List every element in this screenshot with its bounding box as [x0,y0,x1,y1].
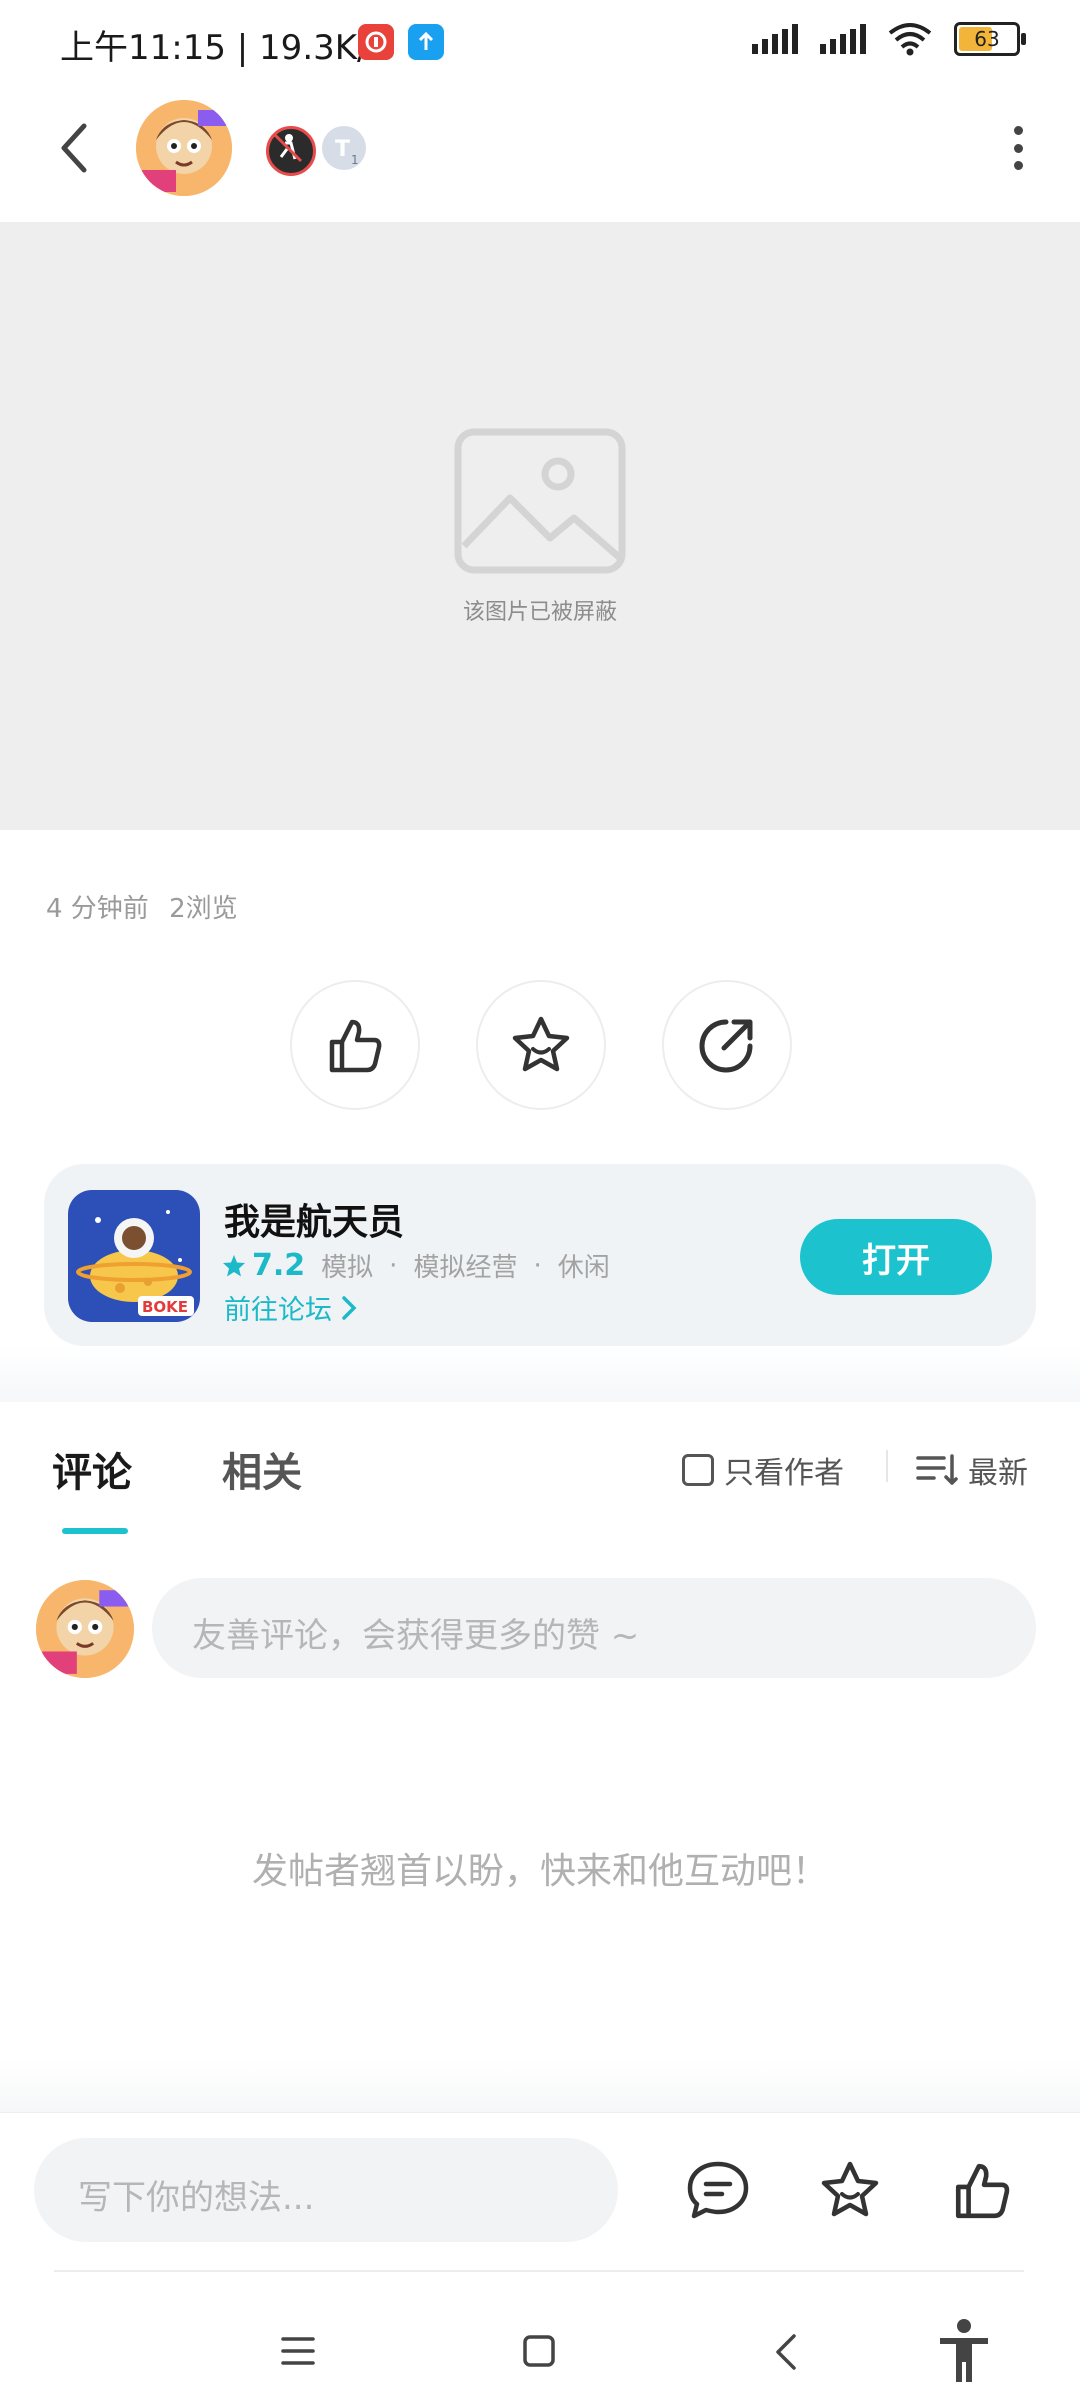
nav-back-icon[interactable] [772,2332,800,2372]
chevron-right-icon [342,1295,357,1320]
post-meta: 4 分钟前 2浏览 [46,888,238,925]
sort-icon [916,1454,958,1485]
battery-icon: 63 [954,22,1026,56]
post-views: 2浏览 [169,894,238,924]
user-avatar [36,1580,134,1678]
share-icon [699,1019,753,1073]
tag-separator: · [533,1250,542,1281]
signal-icon-2 [820,24,866,54]
rating-star-icon [223,1254,245,1276]
author-avatar[interactable] [136,100,232,196]
star-icon [512,1016,570,1072]
tab-comments[interactable]: 评论 [52,1440,132,1498]
game-meta: 7.2 模拟 · 模拟经营 · 休闲 [222,1247,610,1284]
game-icon[interactable]: BOKE [68,1190,200,1322]
status-time-speed: 上午11:15 | 19.3K/s [60,28,387,68]
active-tab-indicator [62,1528,128,1534]
game-tag: 休闲 [557,1253,610,1283]
comment-bubble-icon[interactable] [686,2160,750,2220]
share-button[interactable] [662,980,792,1110]
tab-related[interactable]: 相关 [222,1440,302,1498]
only-author-toggle[interactable]: 只看作者 [682,1448,844,1492]
app-notification-icon [358,24,394,60]
thumbs-up-icon [329,1019,382,1073]
bottom-fade [0,2060,1080,2112]
bottom-thumbs-up-icon[interactable] [950,2158,1014,2222]
open-game-button[interactable]: 打开 [800,1219,992,1295]
system-nav-bar [0,2280,1080,2400]
forum-link[interactable]: 前往论坛 [224,1288,358,1327]
game-icon-label: BOKE [142,1298,188,1316]
wifi-icon [888,23,932,56]
only-author-label: 只看作者 [724,1456,844,1491]
blocked-image-text: 该图片已被屏蔽 [462,600,617,625]
comment-placeholder: 友善评论，会获得更多的赞 ~ [192,1616,640,1656]
game-rating: 7.2 [222,1248,305,1283]
game-tag: 模拟 [321,1253,374,1283]
bottom-divider [54,2270,1024,2272]
section-fade [0,1346,1080,1402]
bottom-star-icon[interactable] [818,2158,882,2222]
favorite-button[interactable] [476,980,606,1110]
sort-label: 最新 [968,1456,1028,1491]
image-placeholder-icon [454,428,626,574]
filter-divider [886,1450,888,1482]
checkbox-icon[interactable] [682,1454,714,1486]
thoughts-placeholder: 写下你的想法... [78,2178,315,2218]
menu-icon[interactable] [280,2336,316,2366]
empty-comments-text: 发帖者翘首以盼，快来和他互动吧！ [251,1851,828,1892]
no-entry-badge-icon [266,126,316,176]
game-name[interactable]: 我是航天员 [224,1193,404,1245]
forum-link-label: 前往论坛 [224,1295,332,1326]
status-right-icons: 63 [752,22,1026,56]
accessibility-icon[interactable] [936,2318,992,2384]
svg-text:1: 1 [351,153,359,167]
back-arrow-icon[interactable] [50,118,100,178]
tag-separator: · [389,1250,398,1281]
battery-level: 63 [974,27,1000,51]
more-options-icon[interactable] [1008,126,1028,170]
level-badge-icon: T1 [322,126,366,170]
like-button[interactable] [290,980,420,1110]
home-icon[interactable] [522,2334,556,2368]
post-time: 4 分钟前 [46,894,149,924]
rating-value: 7.2 [252,1248,306,1283]
signal-icon [752,24,798,54]
upload-notification-icon [408,24,444,60]
status-bar: 上午11:15 | 19.3K/s 63 [0,0,1080,84]
sort-toggle[interactable]: 最新 [916,1448,1028,1492]
game-tag: 模拟经营 [413,1253,518,1283]
svg-text:T: T [335,137,350,162]
